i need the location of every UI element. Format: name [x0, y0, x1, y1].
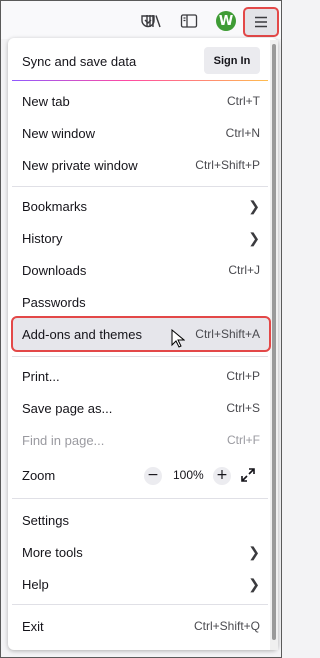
sync-label: Sync and save data: [22, 54, 137, 69]
menu-item-label: More tools: [22, 544, 83, 560]
fullscreen-icon[interactable]: [240, 467, 256, 483]
sidebar-icon[interactable]: [175, 7, 203, 35]
menu-item-shortcut: Ctrl+S: [226, 401, 260, 415]
menu-item-find-in-page[interactable]: Find in page... Ctrl+F: [12, 425, 268, 455]
menu-item-passwords[interactable]: Passwords: [12, 287, 268, 317]
menu-item-new-tab[interactable]: New tab Ctrl+T: [12, 86, 268, 116]
zoom-level[interactable]: 100%: [173, 468, 204, 482]
menu-item-label: Add-ons and themes: [22, 326, 142, 342]
menu-separator: [12, 356, 268, 357]
zoom-label: Zoom: [22, 468, 56, 483]
zoom-row: Zoom − 100% +: [12, 460, 268, 490]
menu-item-help[interactable]: Help ❯: [12, 569, 268, 599]
menu-item-label: Bookmarks: [22, 198, 88, 214]
menu-item-more-tools[interactable]: More tools ❯: [12, 537, 268, 567]
menu-item-label: Help: [22, 576, 49, 592]
menu-item-shortcut: Ctrl+T: [227, 94, 260, 108]
menu-item-label: Print...: [22, 368, 60, 384]
browser-toolbar: W: [1, 1, 281, 39]
menu-item-shortcut: Ctrl+P: [226, 369, 260, 383]
chevron-right-icon: ❯: [248, 543, 260, 560]
sync-separator: [12, 80, 268, 81]
menu-item-add-ons-and-themes[interactable]: Add-ons and themes Ctrl+Shift+A: [11, 316, 271, 352]
hamburger-menu-icon[interactable]: [243, 7, 279, 37]
menu-item-label: Find in page...: [22, 432, 105, 448]
menu-item-exit[interactable]: Exit Ctrl+Shift+Q: [12, 611, 268, 641]
menu-item-print[interactable]: Print... Ctrl+P: [12, 361, 268, 391]
menu-separator: [12, 604, 268, 605]
menu-item-settings[interactable]: Settings: [12, 505, 268, 535]
chevron-right-icon: ❯: [248, 197, 260, 214]
menu-item-label: New window: [22, 125, 95, 141]
menu-item-new-private-window[interactable]: New private window Ctrl+Shift+P: [12, 150, 268, 180]
menu-separator: [12, 186, 268, 187]
menu-item-label: Passwords: [22, 294, 86, 310]
sign-in-button[interactable]: Sign In: [204, 47, 260, 74]
menu-item-save-page-as[interactable]: Save page as... Ctrl+S: [12, 393, 268, 423]
menu-item-label: Downloads: [22, 262, 87, 278]
menu-item-downloads[interactable]: Downloads Ctrl+J: [12, 255, 268, 285]
menu-separator: [12, 498, 268, 499]
menu-item-history[interactable]: History ❯: [12, 223, 268, 253]
menu-item-label: New private window: [22, 157, 138, 173]
menu-item-label: History: [22, 230, 63, 246]
menu-item-label: Save page as...: [22, 400, 113, 416]
menu-item-label: New tab: [22, 93, 70, 109]
extension-icon[interactable]: W: [212, 7, 240, 35]
library-icon[interactable]: [140, 7, 168, 35]
mouse-cursor-icon: [171, 329, 185, 348]
chevron-right-icon: ❯: [248, 229, 260, 246]
menu-item-new-window[interactable]: New window Ctrl+N: [12, 118, 268, 148]
menu-item-shortcut: Ctrl+Shift+Q: [193, 619, 260, 633]
menu-item-label: Exit: [22, 618, 44, 634]
menu-item-shortcut: Ctrl+N: [225, 126, 260, 140]
menu-item-shortcut: Ctrl+F: [227, 433, 260, 447]
menu-item-shortcut: Ctrl+Shift+A: [195, 327, 260, 341]
menu-item-bookmarks[interactable]: Bookmarks ❯: [12, 191, 268, 221]
zoom-out-button[interactable]: −: [144, 467, 162, 485]
zoom-in-button[interactable]: +: [213, 467, 231, 485]
menu-scrollbar-thumb[interactable]: [272, 44, 276, 640]
extension-letter: W: [216, 11, 236, 31]
menu-item-shortcut: Ctrl+J: [228, 263, 260, 277]
menu-item-shortcut: Ctrl+Shift+P: [195, 158, 260, 172]
menu-item-label: Settings: [22, 512, 69, 528]
chevron-right-icon: ❯: [248, 575, 260, 592]
